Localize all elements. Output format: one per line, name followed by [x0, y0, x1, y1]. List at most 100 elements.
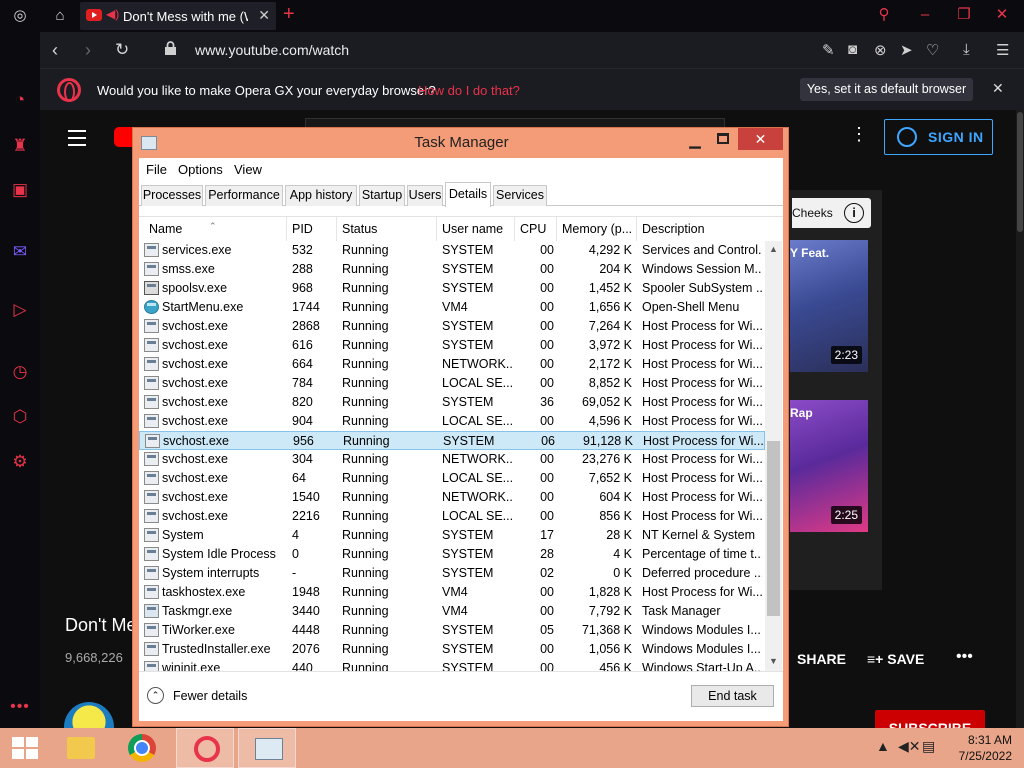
table-row[interactable]: svchost.exe 664 Running NETWORK... 00 2,172 K… — [139, 355, 765, 374]
speaker-icon[interactable]: ◀) — [106, 7, 119, 21]
tab-search-icon[interactable]: ⚲ — [872, 4, 896, 26]
heart-icon[interactable]: ♡ — [926, 41, 939, 59]
sign-in-button[interactable]: SIGN IN — [884, 119, 993, 155]
table-row[interactable]: System Idle Process 0 Running SYSTEM 28 4 K Pe… — [139, 545, 765, 564]
column-header-user[interactable]: User name — [437, 217, 515, 241]
opera-menu-icon[interactable]: ◎ — [10, 6, 30, 26]
show-hidden-icons-icon[interactable]: ▲ — [876, 738, 890, 754]
table-row[interactable]: services.exe 532 Running SYSTEM 00 4,292 K Ser… — [139, 241, 765, 260]
chrome-button[interactable] — [114, 728, 172, 768]
table-row[interactable]: Taskmgr.exe 3440 Running VM4 00 7,792 K Task M… — [139, 602, 765, 621]
page-scrollbar[interactable] — [1016, 110, 1024, 728]
table-row[interactable]: StartMenu.exe 1744 Running VM4 00 1,656 K Open… — [139, 298, 765, 317]
table-row[interactable]: svchost.exe 956 Running SYSTEM 06 91,128 K Hos… — [139, 431, 765, 450]
table-row[interactable]: System 4 Running SYSTEM 17 28 K NT Kernel & Sy… — [139, 526, 765, 545]
twitch-icon[interactable]: ▣ — [8, 178, 32, 202]
table-row[interactable]: TrustedInstaller.exe 2076 Running SYSTEM 00 1… — [139, 640, 765, 659]
table-row[interactable]: svchost.exe 616 Running SYSTEM 00 3,972 K Host… — [139, 336, 765, 355]
info-icon[interactable]: i — [844, 203, 864, 223]
column-header-cpu[interactable]: CPU — [515, 217, 557, 241]
history-icon[interactable]: ◷ — [8, 360, 32, 384]
minimize-icon[interactable]: ▁ — [683, 131, 707, 151]
minimize-icon[interactable]: – — [913, 4, 937, 26]
table-row[interactable]: svchost.exe 2216 Running LOCAL SE... 00 856 K… — [139, 507, 765, 526]
scroll-thumb[interactable] — [767, 441, 780, 616]
video-thumbnail[interactable]: Y Feat. 2:23 — [790, 240, 868, 372]
table-row[interactable]: taskhostex.exe 1948 Running VM4 00 1,828 K Hos… — [139, 583, 765, 602]
extensions-icon[interactable]: ⬡ — [8, 405, 32, 429]
player-icon[interactable]: ▷ — [8, 298, 32, 322]
how-do-i-link[interactable]: How do I do that? — [418, 83, 520, 98]
filter-chip[interactable]: Cheeks i — [792, 198, 871, 228]
back-icon[interactable]: ‹ — [52, 40, 58, 61]
table-row[interactable]: smss.exe 288 Running SYSTEM 00 204 K Windows S… — [139, 260, 765, 279]
new-tab-icon[interactable]: + — [283, 3, 295, 26]
column-header-status[interactable]: Status — [337, 217, 437, 241]
column-header-name[interactable]: ⌃ Name — [139, 217, 287, 241]
system-clock[interactable]: 8:31 AM 7/25/2022 — [940, 732, 1012, 764]
tab-details[interactable]: Details — [445, 182, 491, 207]
column-header-memory[interactable]: Memory (p... — [557, 217, 637, 241]
tab-youtube[interactable]: ◀) Don't Mess with me (W ✕ — [80, 2, 276, 30]
download-icon[interactable]: ⤓ — [963, 41, 970, 58]
table-row[interactable]: svchost.exe 64 Running LOCAL SE... 00 7,652 K… — [139, 469, 765, 488]
more-actions-icon[interactable]: ••• — [956, 648, 973, 666]
menu-file[interactable]: File — [146, 162, 167, 177]
opera-gx-button[interactable] — [176, 728, 234, 768]
hamburger-menu-icon[interactable] — [68, 130, 86, 151]
close-bar-icon[interactable]: ✕ — [992, 80, 1004, 97]
end-task-button[interactable]: End task — [691, 685, 774, 707]
tab-processes[interactable]: Processes — [141, 185, 203, 206]
snapshot-edit-icon[interactable]: ✎ — [822, 41, 835, 59]
task-manager-button[interactable] — [238, 728, 296, 768]
gamepad-icon[interactable]: ⌂ — [50, 6, 70, 26]
scroll-down-icon[interactable]: ▼ — [765, 653, 782, 670]
maximize-icon[interactable] — [717, 133, 729, 144]
gx-control-icon[interactable]: ◔ — [8, 88, 32, 112]
close-icon[interactable]: ✕ — [738, 128, 783, 150]
tab-startup[interactable]: Startup — [359, 185, 405, 206]
tab-performance[interactable]: Performance — [205, 185, 283, 206]
forward-icon[interactable]: › — [85, 40, 91, 61]
tab-users[interactable]: Users — [407, 185, 443, 206]
more-options-icon[interactable]: ⋮ — [850, 124, 868, 145]
table-row[interactable]: svchost.exe 2868 Running SYSTEM 00 7,264 K Hos… — [139, 317, 765, 336]
table-row[interactable]: spoolsv.exe 968 Running SYSTEM 00 1,452 K Spoo… — [139, 279, 765, 298]
scroll-up-icon[interactable]: ▲ — [765, 241, 782, 258]
vertical-scrollbar[interactable]: ▲ ▼ — [765, 241, 782, 671]
tab-app-history[interactable]: App history — [285, 185, 357, 206]
table-row[interactable]: svchost.exe 784 Running LOCAL SE... 00 8,852 … — [139, 374, 765, 393]
video-thumbnail[interactable]: Rap 2:25 — [790, 400, 868, 532]
reload-icon[interactable]: ↻ — [115, 40, 129, 60]
url-field[interactable]: www.youtube.com/watch — [195, 42, 349, 58]
sidebar-more-icon[interactable]: ••• — [8, 698, 32, 716]
gx-corner-icon[interactable]: ♜ — [8, 134, 32, 158]
table-row[interactable]: TiWorker.exe 4448 Running SYSTEM 05 71,368 K W… — [139, 621, 765, 640]
table-row[interactable]: System interrupts - Running SYSTEM 02 0 K Defe… — [139, 564, 765, 583]
tab-services[interactable]: Services — [493, 185, 547, 206]
table-row[interactable]: svchost.exe 820 Running SYSTEM 36 69,052 K Hos… — [139, 393, 765, 412]
menu-options[interactable]: Options — [178, 162, 223, 177]
tab-close-icon[interactable]: ✕ — [258, 7, 270, 24]
network-icon[interactable]: ▤ — [922, 738, 935, 755]
column-header-description[interactable]: Description — [637, 217, 765, 241]
save-button[interactable]: ≡+ SAVE — [867, 651, 924, 667]
table-row[interactable]: svchost.exe 1540 Running NETWORK... 00 604 K H… — [139, 488, 765, 507]
table-row[interactable]: wininit.exe 440 Running SYSTEM 00 456 K Window… — [139, 659, 765, 671]
start-button[interactable] — [12, 737, 38, 759]
table-row[interactable]: svchost.exe 304 Running NETWORK... 00 23,276 … — [139, 450, 765, 469]
send-icon[interactable]: ➤ — [900, 41, 913, 59]
messenger-icon[interactable]: ✉ — [8, 240, 32, 264]
camera-icon[interactable]: ◙ — [848, 41, 857, 58]
close-icon[interactable]: ✕ — [990, 4, 1014, 26]
menu-view[interactable]: View — [234, 162, 262, 177]
easy-setup-icon[interactable]: ☰ — [996, 41, 1009, 59]
adblock-icon[interactable]: ⊗ — [874, 41, 887, 59]
subscribe-button[interactable]: SUBSCRIBE — [875, 710, 985, 728]
restore-icon[interactable]: ❐ — [952, 4, 976, 26]
file-explorer-button[interactable] — [52, 728, 110, 768]
channel-avatar[interactable] — [64, 702, 114, 728]
share-button[interactable]: SHARE — [797, 651, 846, 667]
settings-icon[interactable]: ⚙ — [8, 450, 32, 474]
volume-muted-icon[interactable]: ◀✕ — [898, 738, 921, 755]
